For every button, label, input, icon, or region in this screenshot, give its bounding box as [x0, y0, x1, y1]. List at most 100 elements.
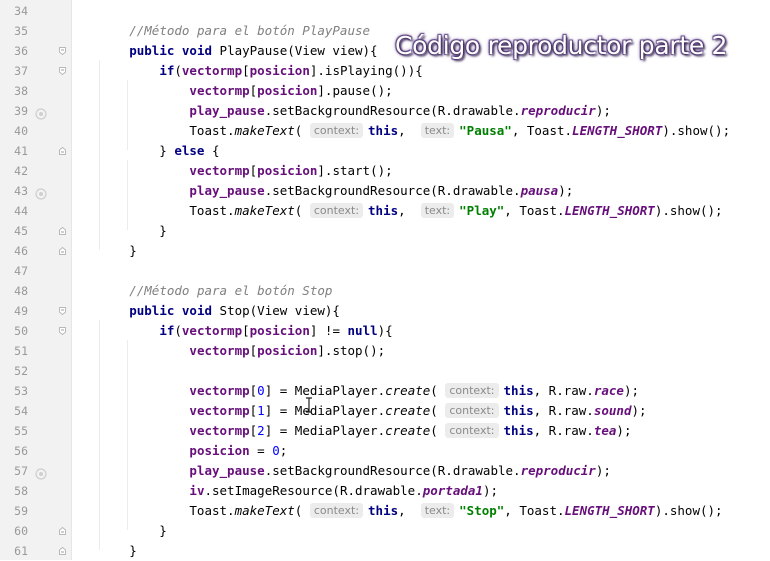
resource-marker-icon[interactable] [35, 465, 47, 480]
code-line[interactable]: 41 } else { [0, 141, 770, 161]
resource-marker-icon[interactable] [35, 185, 47, 200]
code-line[interactable]: 61 } [0, 541, 770, 561]
code-line[interactable]: 60 } [0, 521, 770, 541]
code-token: if [159, 323, 175, 338]
code-line[interactable]: 50 if(vectormp[posicion] != null){ [0, 321, 770, 341]
code-token: makeText [234, 123, 295, 138]
code-line[interactable]: 52 [0, 361, 770, 381]
code-line[interactable]: 58 iv.setImageResource(R.drawable.portad… [0, 481, 770, 501]
code-line[interactable]: 44 Toast.makeText( context: this, text: "P… [0, 201, 770, 221]
code-line[interactable]: 39 play_pause.setBackgroundResource(R.dr… [0, 101, 770, 121]
line-number: 52 [14, 364, 28, 378]
code-line[interactable]: 34 [0, 1, 770, 21]
code-line[interactable]: 55 vectormp[2] = MediaPlayer.create( con… [0, 421, 770, 441]
code-token: ].pause(); [317, 83, 393, 98]
code-line[interactable]: 38 vectormp[posicion].pause(); [0, 81, 770, 101]
fold-close-icon[interactable] [59, 227, 66, 235]
code-token: , Toast. [504, 503, 565, 518]
code-token: play_pause [189, 183, 265, 198]
code-token: = [249, 443, 273, 458]
code-token: create [385, 403, 431, 418]
parameter-hint: context: [445, 383, 499, 398]
code-token: , Toast. [511, 123, 573, 138]
line-number: 48 [14, 284, 28, 298]
code-token: makeText [234, 503, 295, 518]
code-line[interactable]: 45 } [0, 221, 770, 241]
code-token: public [129, 303, 175, 318]
code-token: 1 [257, 403, 265, 418]
parameter-hint: text: [420, 203, 455, 218]
line-number: 46 [14, 244, 28, 258]
code-text: Toast.makeText( context: this, text: "Stop… [69, 501, 723, 521]
fold-close-icon[interactable] [59, 147, 66, 155]
code-text: if(vectormp[posicion].isPlaying()){ [69, 61, 423, 81]
code-token: { [204, 143, 220, 158]
code-text: vectormp[posicion].start(); [69, 161, 393, 181]
code-line[interactable]: 42 vectormp[posicion].start(); [0, 161, 770, 181]
resource-marker-icon[interactable] [35, 105, 47, 120]
code-line[interactable]: 37 if(vectormp[posicion].isPlaying()){ [0, 61, 770, 81]
fold-open-icon[interactable] [59, 307, 66, 315]
code-token: vectormp [181, 63, 243, 78]
fold-close-icon[interactable] [59, 527, 66, 535]
code-token: ( [174, 323, 182, 338]
code-text: } [69, 221, 167, 241]
code-line[interactable]: 53 vectormp[0] = MediaPlayer.create( con… [0, 381, 770, 401]
code-line[interactable]: 46 } [0, 241, 770, 261]
code-line[interactable]: 54 vectormp[1] = MediaPlayer.create( con… [0, 401, 770, 421]
code-line[interactable]: 49 public void Stop(View view){ [0, 301, 770, 321]
code-token: ( [430, 403, 446, 418]
code-token: this [368, 503, 399, 518]
parameter-hint: context: [445, 403, 499, 418]
code-token: pausa [520, 183, 559, 198]
code-line[interactable]: 59 Toast.makeText( context: this, text: "S… [0, 501, 770, 521]
line-number: 54 [14, 404, 28, 418]
code-token: ); [595, 103, 611, 118]
code-text: play_pause.setBackgroundResource(R.drawa… [69, 461, 610, 481]
code-text: play_pause.setBackgroundResource(R.drawa… [69, 101, 611, 121]
line-number: 57 [14, 464, 28, 478]
code-token: ( [174, 63, 182, 78]
code-token: //Método para el botón PlayPause [129, 23, 371, 38]
overlay-title: Código reproductor parte 2 [395, 31, 728, 60]
fold-open-icon[interactable] [59, 67, 66, 75]
code-line[interactable]: 57 play_pause.setBackgroundResource(R.dr… [0, 461, 770, 481]
code-token: create [385, 423, 431, 438]
fold-close-icon[interactable] [59, 247, 66, 255]
line-number: 49 [14, 304, 28, 318]
line-number: 44 [14, 204, 28, 218]
fold-open-icon[interactable] [59, 327, 66, 335]
code-text: public void PlayPause(View view){ [69, 41, 377, 61]
code-token: vectormp [181, 323, 243, 338]
code-line[interactable]: 47 [0, 261, 770, 281]
code-line[interactable]: 51 vectormp[posicion].stop(); [0, 341, 770, 361]
code-token: posicion [257, 83, 318, 98]
fold-close-icon[interactable] [59, 547, 66, 555]
code-line[interactable]: 56 posicion = 0; [0, 441, 770, 461]
line-number: 61 [14, 544, 28, 558]
code-token: Toast. [69, 203, 235, 218]
code-token: } [69, 223, 167, 238]
code-text: } [69, 541, 137, 561]
code-token: vectormp [189, 163, 250, 178]
code-token: "Pausa" [459, 123, 512, 138]
code-token: tea [593, 423, 617, 438]
code-line[interactable]: 48 //Método para el botón Stop [0, 281, 770, 301]
code-token: ].isPlaying()){ [309, 63, 423, 78]
code-token: posicion [249, 323, 310, 338]
code-editor[interactable]: 34 35 //Método para el botón PlayPause 36 … [0, 0, 770, 560]
parameter-hint: context: [309, 123, 364, 138]
code-token: ].start(); [317, 163, 393, 178]
code-token: "Stop" [459, 503, 505, 518]
code-token: play_pause [189, 463, 265, 478]
fold-open-icon[interactable] [59, 47, 66, 55]
code-text: vectormp[0] = MediaPlayer.create( contex… [69, 381, 639, 401]
code-token: .setBackgroundResource(R.drawable. [264, 103, 521, 118]
code-line[interactable]: 40 Toast.makeText( context: this, text: "P… [0, 121, 770, 141]
code-line[interactable]: 43 play_pause.setBackgroundResource(R.dr… [0, 181, 770, 201]
